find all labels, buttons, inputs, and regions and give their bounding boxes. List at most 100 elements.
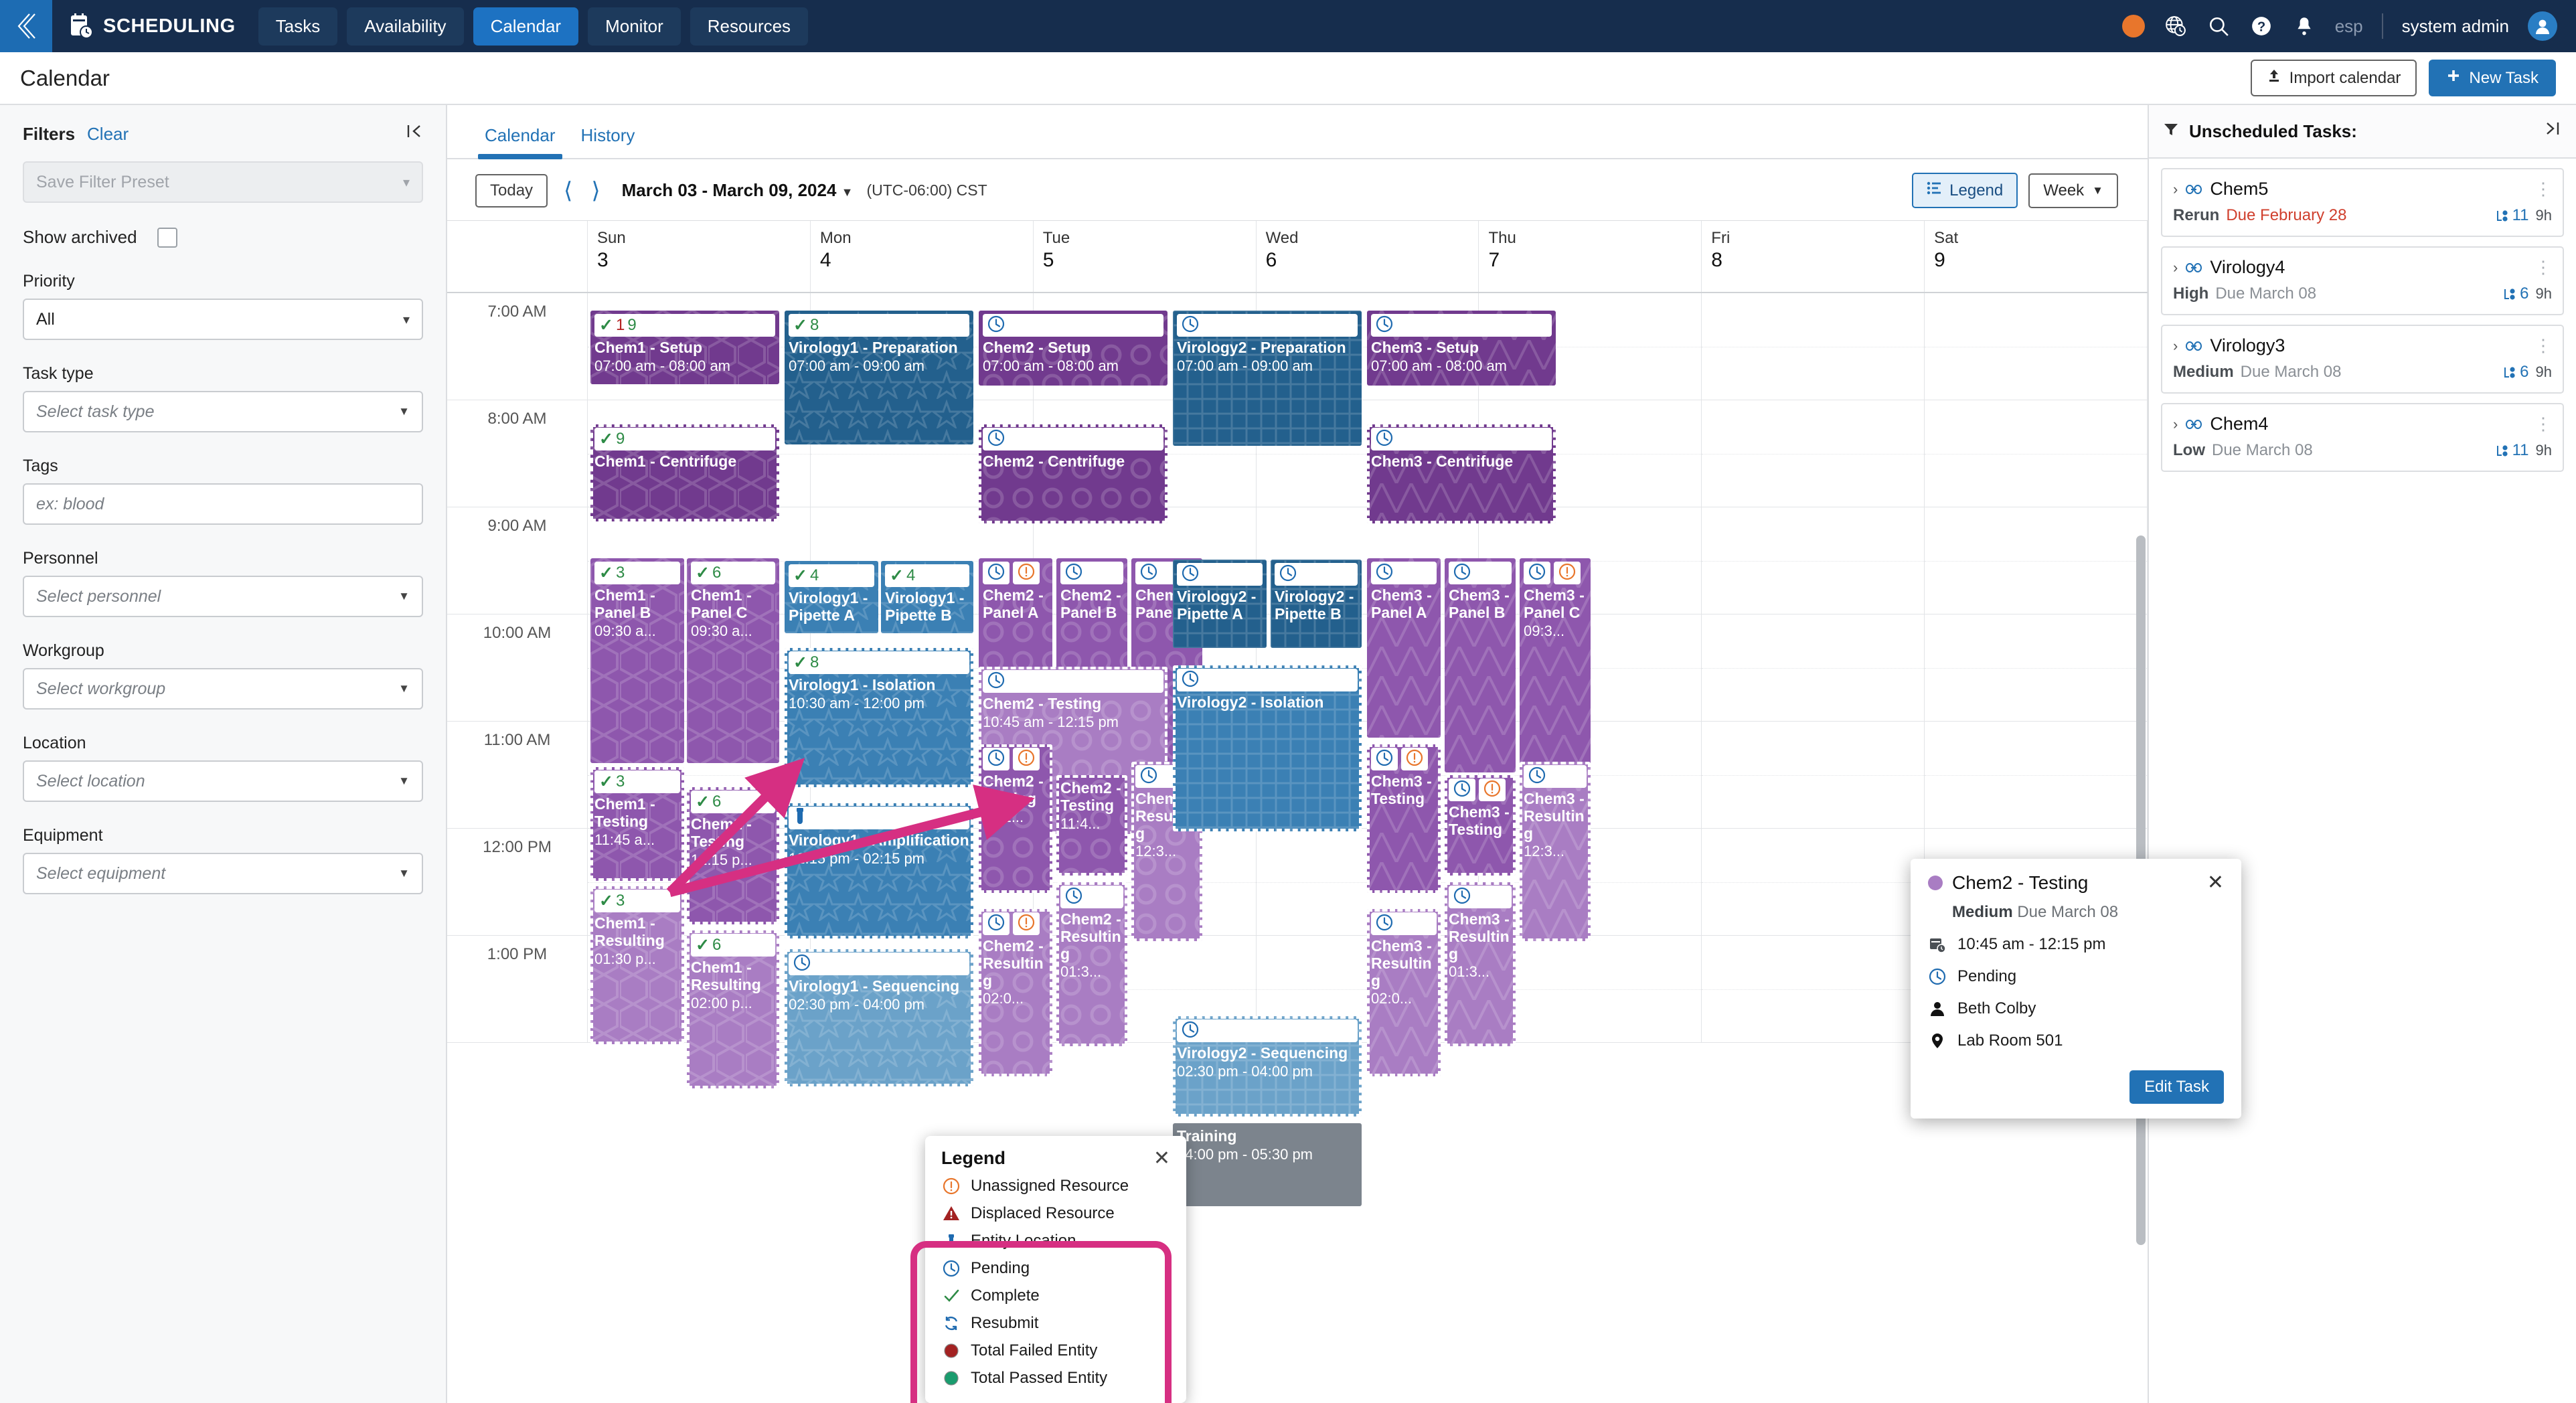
calendar-event[interactable]: Chem2 - Testing 12:1... <box>979 744 1052 893</box>
workgroup-select[interactable]: Select workgroup ▼ <box>23 668 423 710</box>
calendar-event[interactable]: Virology2 - Sequencing 02:30 pm - 04:00 p… <box>1173 1016 1362 1117</box>
link-icon[interactable] <box>2186 181 2202 198</box>
chevron-right-icon[interactable]: › <box>2173 181 2178 198</box>
calendar-event[interactable]: Virology2 - Pipette B <box>1271 560 1362 648</box>
nav-tab-monitor[interactable]: Monitor <box>588 7 681 46</box>
calendar-slot[interactable] <box>1702 507 1925 614</box>
unscheduled-task-card[interactable]: › Virology4 ⋮ High Due March 08 6 9h <box>2161 246 2564 315</box>
calendar-event[interactable]: Chem3 - Panel A <box>1367 558 1441 738</box>
calendar-event[interactable]: ✓ 6 Chem1 - Panel C 09:30 a... <box>687 558 779 763</box>
calendar-event[interactable]: Chem3 - Panel B <box>1445 558 1516 772</box>
nav-tab-calendar[interactable]: Calendar <box>473 7 579 46</box>
chevron-right-icon[interactable]: › <box>2173 259 2178 276</box>
globe-clock-icon[interactable] <box>2164 14 2188 38</box>
link-icon[interactable] <box>2186 416 2202 433</box>
calendar-event[interactable]: ✓ 8 Virology1 - Preparation 07:00 am - 09:0… <box>785 311 973 444</box>
calendar-event[interactable]: ✓ 4 Virology1 - Pipette A <box>785 561 878 633</box>
legend-button[interactable]: Legend <box>1912 173 2018 208</box>
calendar-event[interactable]: ✓ 9 Chem1 - Centrifuge <box>590 424 779 521</box>
calendar-slot[interactable] <box>1702 936 1925 1043</box>
calendar-event[interactable]: Chem2 - Resulting 01:3... <box>1056 882 1127 1046</box>
calendar-slot[interactable] <box>1702 829 1925 936</box>
calendar-event[interactable]: Chem2 - Testing 11:4... <box>1056 775 1127 876</box>
calendar-event[interactable]: ✓ 3 Chem1 - Panel B 09:30 a... <box>590 558 684 763</box>
priority-select[interactable]: All ▾ <box>23 299 423 340</box>
calendar-slot[interactable] <box>1925 507 2148 614</box>
nav-tab-availability[interactable]: Availability <box>347 7 464 46</box>
calendar-event[interactable]: Training 04:00 pm - 05:30 pm <box>1173 1123 1362 1206</box>
new-task-button[interactable]: New Task <box>2429 60 2556 96</box>
calendar-event[interactable]: Chem3 - Setup 07:00 am - 08:00 am <box>1367 311 1556 386</box>
back-button[interactable] <box>0 0 52 52</box>
calendar-event[interactable]: Chem3 - Resulting 01:3... <box>1445 882 1516 1046</box>
date-range-label[interactable]: March 03 - March 09, 2024 ▼ <box>622 180 854 201</box>
calendar-slot[interactable] <box>1702 614 1925 722</box>
chevron-right-icon[interactable]: › <box>2173 416 2178 433</box>
unscheduled-task-card[interactable]: › Chem5 ⋮ Rerun Due February 28 11 9h <box>2161 168 2564 237</box>
tab-history[interactable]: History <box>572 120 645 158</box>
calendar-event[interactable]: ✓ 3 Chem1 - Resulting 01:30 p... <box>590 886 684 1044</box>
tab-calendar[interactable]: Calendar <box>475 120 565 159</box>
today-button[interactable]: Today <box>475 173 548 208</box>
more-options-icon[interactable]: ⋮ <box>2534 337 2552 353</box>
tags-input[interactable]: ex: blood <box>23 483 423 525</box>
calendar-slot[interactable] <box>1925 400 2148 507</box>
nav-tab-resources[interactable]: Resources <box>690 7 809 46</box>
calendar-event[interactable]: Virology2 - Isolation <box>1173 665 1362 831</box>
unscheduled-task-card[interactable]: › Chem4 ⋮ Low Due March 08 11 9h <box>2161 403 2564 472</box>
calendar-event[interactable]: ✓ 1 9 Chem1 - Setup 07:00 am - 08:00 am <box>590 311 779 384</box>
calendar-event[interactable]: Chem2 - Setup 07:00 am - 08:00 am <box>979 311 1168 386</box>
calendar-event[interactable]: Chem3 - Panel C 09:3... <box>1520 558 1591 779</box>
clear-filters-link[interactable]: Clear <box>87 124 129 145</box>
link-icon[interactable] <box>2186 337 2202 355</box>
calendar-slot[interactable] <box>1702 293 1925 400</box>
calendar-event[interactable]: Virology1 - Sequencing 02:30 pm - 04:00 p… <box>785 949 973 1086</box>
show-archived-checkbox[interactable] <box>157 227 177 248</box>
import-calendar-button[interactable]: Import calendar <box>2250 60 2417 96</box>
task-type-select[interactable]: Select task type ▼ <box>23 391 423 432</box>
calendar-slot[interactable] <box>1925 293 2148 400</box>
calendar-event[interactable]: Virology1 - Amplification 12:15 pm - 02:1… <box>785 803 973 938</box>
close-icon[interactable]: ✕ <box>2207 873 2224 893</box>
previous-week-icon[interactable]: ⟨ <box>561 177 575 204</box>
close-icon[interactable]: ✕ <box>1153 1148 1170 1169</box>
calendar-event[interactable]: Chem3 - Centrifuge <box>1367 424 1556 523</box>
save-filter-preset-select[interactable]: Save Filter Preset ▾ <box>23 161 423 203</box>
calendar-event[interactable]: Chem2 - Centrifuge <box>979 424 1168 523</box>
more-options-icon[interactable]: ⋮ <box>2534 415 2552 432</box>
more-options-icon[interactable]: ⋮ <box>2534 180 2552 197</box>
calendar-event[interactable]: Chem3 - Testing <box>1445 775 1516 876</box>
calendar-event[interactable]: Chem2 - Resulting 02:0... <box>979 909 1052 1076</box>
calendar-event[interactable]: Chem3 - Resulting 12:3... <box>1520 762 1591 941</box>
search-icon[interactable] <box>2206 14 2231 38</box>
next-week-icon[interactable]: ⟩ <box>588 177 602 204</box>
personnel-select[interactable]: Select personnel ▼ <box>23 576 423 617</box>
nav-tab-tasks[interactable]: Tasks <box>258 7 338 46</box>
calendar-event[interactable]: ✓ 6 Chem1 - Testing 12:15 p... <box>687 787 779 924</box>
calendar-event[interactable]: ✓ 3 Chem1 - Testing 11:45 a... <box>590 767 684 881</box>
locale-label[interactable]: esp <box>2335 16 2363 37</box>
view-select-week[interactable]: Week ▼ <box>2028 173 2118 208</box>
calendar-slot[interactable] <box>1925 614 2148 722</box>
calendar-slot[interactable] <box>1702 400 1925 507</box>
collapse-panel-icon[interactable] <box>406 122 423 145</box>
calendar-event[interactable]: ✓ 4 Virology1 - Pipette B <box>881 561 973 633</box>
location-select[interactable]: Select location ▼ <box>23 760 423 802</box>
calendar-event[interactable]: Virology2 - Preparation 07:00 am - 09:00 … <box>1173 311 1362 446</box>
calendar-event[interactable]: Chem3 - Testing <box>1367 744 1441 893</box>
link-icon[interactable] <box>2186 259 2202 276</box>
unscheduled-task-card[interactable]: › Virology3 ⋮ Medium Due March 08 6 9h <box>2161 325 2564 394</box>
avatar[interactable] <box>2528 11 2557 41</box>
calendar-event[interactable]: Chem3 - Resulting 02:0... <box>1367 909 1441 1076</box>
help-icon[interactable]: ? <box>2249 14 2273 38</box>
calendar-event[interactable]: ✓ 8 Virology1 - Isolation 10:30 am - 12:00 … <box>785 648 973 787</box>
calendar-event[interactable]: ✓ 6 Chem1 - Resulting 02:00 p... <box>687 930 779 1088</box>
status-dot-indicator[interactable] <box>2121 15 2145 37</box>
more-options-icon[interactable]: ⋮ <box>2534 258 2552 275</box>
chevron-right-icon[interactable]: › <box>2173 337 2178 355</box>
calendar-event[interactable]: Virology2 - Pipette A <box>1173 560 1267 648</box>
calendar-slot[interactable] <box>1702 722 1925 829</box>
filter-icon[interactable] <box>2164 122 2178 141</box>
bell-icon[interactable] <box>2292 14 2316 38</box>
equipment-select[interactable]: Select equipment ▼ <box>23 853 423 894</box>
